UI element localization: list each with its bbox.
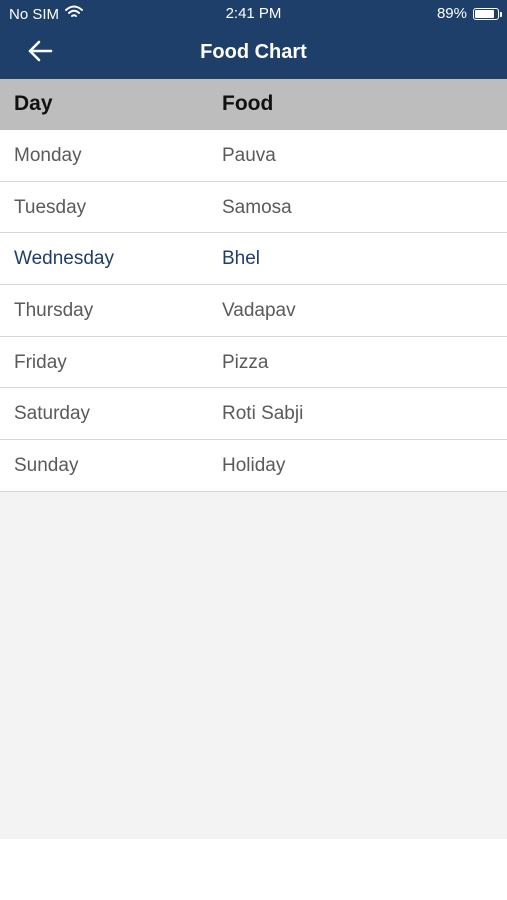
battery-group: 89% xyxy=(436,5,502,22)
table-row[interactable]: Sunday Holiday xyxy=(0,440,507,492)
row-food: Bhel xyxy=(222,248,261,270)
column-header-food: Food xyxy=(222,92,274,115)
table-row[interactable]: Wednesday Bhel xyxy=(0,233,507,286)
food-table-body: Monday Pauva Tuesday Samosa Wednesday Bh… xyxy=(0,130,507,492)
row-day: Tuesday xyxy=(14,196,87,218)
column-header-day: Day xyxy=(14,92,53,115)
table-row[interactable]: Monday Pauva xyxy=(0,130,507,182)
status-time: 2:41 PM xyxy=(225,5,282,22)
row-food: Samosa xyxy=(222,196,292,218)
page-title: Food Chart xyxy=(200,41,307,63)
row-food: Pizza xyxy=(222,351,269,373)
table-row[interactable]: Saturday Roti Sabji xyxy=(0,388,507,441)
row-day: Sunday xyxy=(14,455,79,477)
battery-icon xyxy=(473,7,502,20)
row-day: Thursday xyxy=(14,300,94,322)
table-row[interactable]: Thursday Vadapav xyxy=(0,285,507,337)
app-header: No SIM 2:41 PM 89% Food Chart xyxy=(0,0,507,79)
row-food: Pauva xyxy=(222,145,276,166)
status-bar: No SIM 2:41 PM 89% xyxy=(0,0,507,28)
row-food: Holiday xyxy=(222,455,286,477)
row-food: Vadapav xyxy=(222,300,296,322)
row-day: Saturday xyxy=(14,403,91,425)
bottom-safe-area xyxy=(0,839,507,900)
battery-percent: 89% xyxy=(436,5,467,22)
table-row[interactable]: Tuesday Samosa xyxy=(0,181,507,234)
row-food: Roti Sabji xyxy=(222,403,304,425)
nav-bar: Food Chart xyxy=(0,28,507,79)
empty-content-area xyxy=(0,492,507,839)
table-row[interactable]: Friday Pizza xyxy=(0,336,507,389)
screen: No SIM 2:41 PM 89% Food Chart Day Food M… xyxy=(0,0,507,900)
row-day: Monday xyxy=(14,145,82,166)
row-day: Friday xyxy=(14,351,67,373)
table-header: Day Food xyxy=(0,79,507,130)
row-day: Wednesday xyxy=(14,248,114,270)
